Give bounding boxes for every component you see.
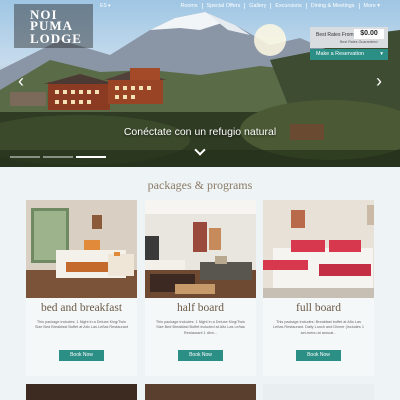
reserve-label: Make a Reservation (316, 51, 364, 57)
rates-box: Best Rates From: $0.00 Best Rates Guaran… (310, 27, 388, 48)
nav-item-more[interactable]: More ▾ (358, 3, 385, 9)
card-title: full board (295, 302, 342, 314)
bottom-thumbnail (26, 384, 137, 400)
rates-label: Best Rates From: (316, 32, 355, 38)
nav-item-special-offers[interactable]: Special Offers (201, 3, 245, 9)
book-now-button[interactable]: Book Now (59, 350, 104, 361)
logo[interactable]: NOI PUMA LODGE (14, 4, 93, 48)
package-card-full-board: full board This package includes: Breakf… (263, 200, 374, 376)
language-selector[interactable]: ES ▾ (100, 3, 111, 9)
main-nav: Rooms Special Offers Gallery Excursions … (176, 3, 384, 9)
room-photo (26, 200, 137, 298)
bottom-thumbnail (263, 384, 374, 400)
card-description: This package includes: Breakfast buffet … (273, 320, 364, 335)
hero-slider: NOI PUMA LODGE ES ▾ Rooms Special Offers… (0, 0, 400, 167)
nav-item-rooms[interactable]: Rooms (176, 3, 201, 9)
slide-dot[interactable] (76, 156, 106, 158)
hero-tagline: Conéctate con un refugio natural (123, 126, 277, 138)
rates-amount: $0.00 (354, 29, 384, 39)
rates-guarantee: Best Rates Guaranteed (340, 40, 378, 44)
prev-slide-arrow-icon[interactable]: ‹ (18, 72, 24, 90)
slide-dot[interactable] (43, 156, 73, 158)
next-slide-arrow-icon[interactable]: › (376, 72, 382, 90)
book-now-button[interactable]: Book Now (296, 350, 341, 361)
section-title: packages & programs (147, 178, 253, 192)
room-photo (145, 200, 256, 298)
book-now-button[interactable]: Book Now (178, 350, 223, 361)
card-title: half board (177, 302, 224, 314)
make-reservation-button[interactable]: Make a Reservation ▾ (310, 49, 388, 60)
room-photo (263, 200, 374, 298)
card-title: bed and breakfast (40, 302, 123, 314)
card-description: This package includes: 1 Night in a Delu… (155, 320, 246, 335)
bottom-thumbnail (145, 384, 256, 400)
package-card-bed-and-breakfast: bed and breakfast This package includes:… (26, 200, 137, 376)
package-card-half-board: half board This package includes: 1 Nigh… (145, 200, 256, 376)
slide-dot[interactable] (10, 156, 40, 158)
nav-item-excursions[interactable]: Excursions (270, 3, 305, 9)
slide-indicators (10, 156, 106, 158)
nav-item-dining-meetings[interactable]: Dining & Meetings (305, 3, 359, 9)
chevron-down-icon: ▾ (380, 51, 383, 57)
card-description: This package includes: 1 Night in a Delu… (34, 320, 128, 330)
logo-line-3: LODGE (30, 31, 82, 46)
nav-item-gallery[interactable]: Gallery (244, 3, 270, 9)
